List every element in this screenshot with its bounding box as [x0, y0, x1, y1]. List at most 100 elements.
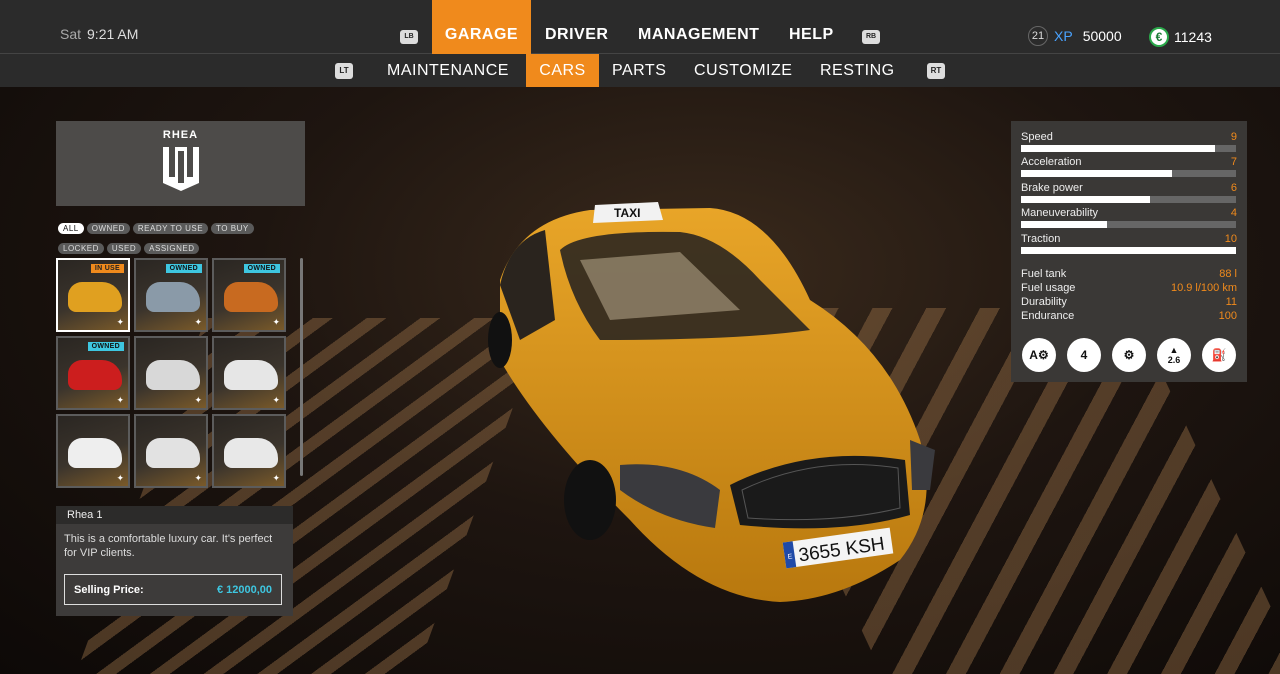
stat-name: Acceleration — [1021, 156, 1082, 169]
sparkle-icon: ✦ — [116, 395, 124, 405]
sparkle-icon: ✦ — [194, 395, 202, 405]
stat-value: 10 — [1224, 232, 1237, 245]
stat-bar — [1021, 195, 1236, 203]
brand-card: RHEA — [56, 121, 305, 206]
stat-row: Acceleration 7 — [1021, 156, 1237, 181]
filter-owned[interactable]: OWNED — [86, 223, 130, 234]
euro-icon: € — [1149, 27, 1169, 47]
subtab-resting[interactable]: RESTING — [820, 54, 895, 87]
stat-bar — [1021, 246, 1236, 254]
spec-row: Endurance 100 — [1021, 310, 1237, 324]
xp-value: 50000 — [1082, 28, 1122, 44]
car-description: This is a comfortable luxury car. It's p… — [64, 533, 273, 559]
clock: Sat 9:21 AM — [60, 26, 138, 42]
sparkle-icon: ✦ — [272, 317, 280, 327]
status-badge: OWNED — [87, 342, 124, 351]
car-title: Rhea 1 — [56, 506, 293, 524]
car-thumbnail — [224, 438, 278, 468]
spec-value: 100 — [1218, 309, 1237, 322]
stat-bar-fill — [1021, 246, 1236, 254]
tab-management[interactable]: MANAGEMENT — [638, 0, 759, 54]
car-tile[interactable]: OWNED ✦ — [134, 258, 208, 332]
lb-button-icon[interactable]: LB — [400, 30, 418, 44]
stat-bar — [1021, 145, 1236, 152]
sparkle-icon: ✦ — [272, 395, 280, 405]
selling-price-label: Selling Price: — [74, 583, 144, 596]
sparkle-icon: ✦ — [116, 473, 124, 483]
stat-value: 4 — [1230, 207, 1237, 220]
sparkle-icon: ✦ — [116, 317, 124, 327]
sparkle-icon: ✦ — [272, 473, 280, 483]
car-tile[interactable]: ✦ — [134, 336, 208, 410]
seats-4-icon: 4 — [1067, 337, 1101, 372]
stat-value: 7 — [1230, 156, 1237, 169]
car-thumbnail — [68, 438, 122, 468]
sparkle-icon: ✦ — [194, 473, 202, 483]
stat-row: Traction 10 — [1021, 233, 1237, 258]
taxi-car-model: E 3655 KSH TAXI — [488, 202, 935, 602]
filter-assigned[interactable]: ASSIGNED — [144, 243, 200, 254]
spec-name: Fuel usage — [1021, 281, 1076, 294]
spec-name: Endurance — [1021, 309, 1075, 322]
subtab-maintenance[interactable]: MAINTENANCE — [387, 54, 509, 87]
subtab-cars[interactable]: CARS — [526, 54, 599, 87]
car-tile[interactable]: ✦ — [134, 414, 208, 488]
car-thumbnail — [68, 360, 122, 390]
spec-name: Fuel tank — [1021, 267, 1067, 280]
spec-value: 88 l — [1219, 267, 1237, 280]
stat-row: Speed 9 — [1021, 131, 1237, 156]
car-thumbnail — [146, 438, 200, 468]
filter-all[interactable]: ALL — [58, 223, 84, 234]
filter-chips: ALL OWNED READY TO USE TO BUY LOCKED USED ASS… — [58, 218, 298, 258]
rb-button-icon[interactable]: RB — [862, 30, 880, 44]
weight-label: 2.6 — [1167, 354, 1181, 365]
lt-button-icon[interactable]: LT — [335, 63, 353, 79]
car-tile[interactable]: OWNED ✦ — [56, 336, 130, 410]
status-badge: IN USE — [90, 264, 124, 273]
stat-bar-fill — [1021, 145, 1215, 152]
car-tile[interactable]: IN USE ✦ — [56, 258, 130, 332]
car-thumbnail — [224, 282, 278, 312]
engine-icon: ⚙ — [1112, 337, 1146, 372]
selling-price-value: € 12000,00 — [216, 583, 272, 596]
fuel-pump-icon: ⛽ — [1202, 337, 1236, 372]
tab-garage[interactable]: GARAGE — [432, 0, 531, 54]
filter-to-buy[interactable]: TO BUY — [211, 223, 254, 234]
stat-bar — [1021, 221, 1236, 229]
brand-logo-icon — [162, 147, 199, 191]
tab-help[interactable]: HELP — [789, 0, 834, 54]
stat-name: Speed — [1021, 131, 1053, 143]
stats-panel: Speed 9 Acceleration 7 Brake power 6 Maneuvera… — [1011, 121, 1247, 382]
car-tile[interactable]: OWNED ✦ — [212, 258, 286, 332]
car-tile[interactable]: ✦ — [212, 336, 286, 410]
spec-row: Fuel tank 88 l — [1021, 268, 1237, 282]
subtab-customize[interactable]: CUSTOMIZE — [694, 54, 792, 87]
xp-label: XP — [1054, 28, 1073, 44]
filter-ready-to-use[interactable]: READY TO USE — [132, 223, 209, 234]
feature-icons: A⚙ 4 ⚙ ▲ 2.6 ⛽ — [1021, 337, 1237, 372]
car-tile[interactable]: ✦ — [212, 414, 286, 488]
taxi-sign-text: TAXI — [614, 206, 640, 220]
car-tile[interactable]: ✦ — [56, 414, 130, 488]
stat-bar-fill — [1021, 195, 1150, 203]
clock-time: 9:21 AM — [87, 26, 139, 42]
subtab-parts[interactable]: PARTS — [612, 54, 666, 87]
tab-driver[interactable]: DRIVER — [545, 0, 608, 54]
level-badge: 21 — [1028, 26, 1048, 46]
stat-row: Maneuverability 4 — [1021, 207, 1237, 232]
grid-scrollbar[interactable] — [300, 258, 303, 476]
brand-name: RHEA — [162, 129, 199, 141]
spec-name: Durability — [1021, 295, 1067, 308]
filter-locked[interactable]: LOCKED — [58, 243, 104, 254]
stat-value: 9 — [1230, 131, 1237, 143]
stat-name: Traction — [1021, 232, 1061, 245]
car-thumbnail — [146, 360, 200, 390]
filter-used[interactable]: USED — [106, 243, 142, 254]
rt-button-icon[interactable]: RT — [927, 63, 945, 79]
xp-display: 21 XP 50000 — [1028, 26, 1122, 46]
stat-value: 6 — [1230, 181, 1237, 194]
car-info-panel: Rhea 1 This is a comfortable luxury car.… — [56, 506, 293, 616]
car-thumbnail — [68, 282, 122, 312]
car-thumbnail — [146, 282, 200, 312]
spec-value: 11 — [1225, 295, 1237, 308]
